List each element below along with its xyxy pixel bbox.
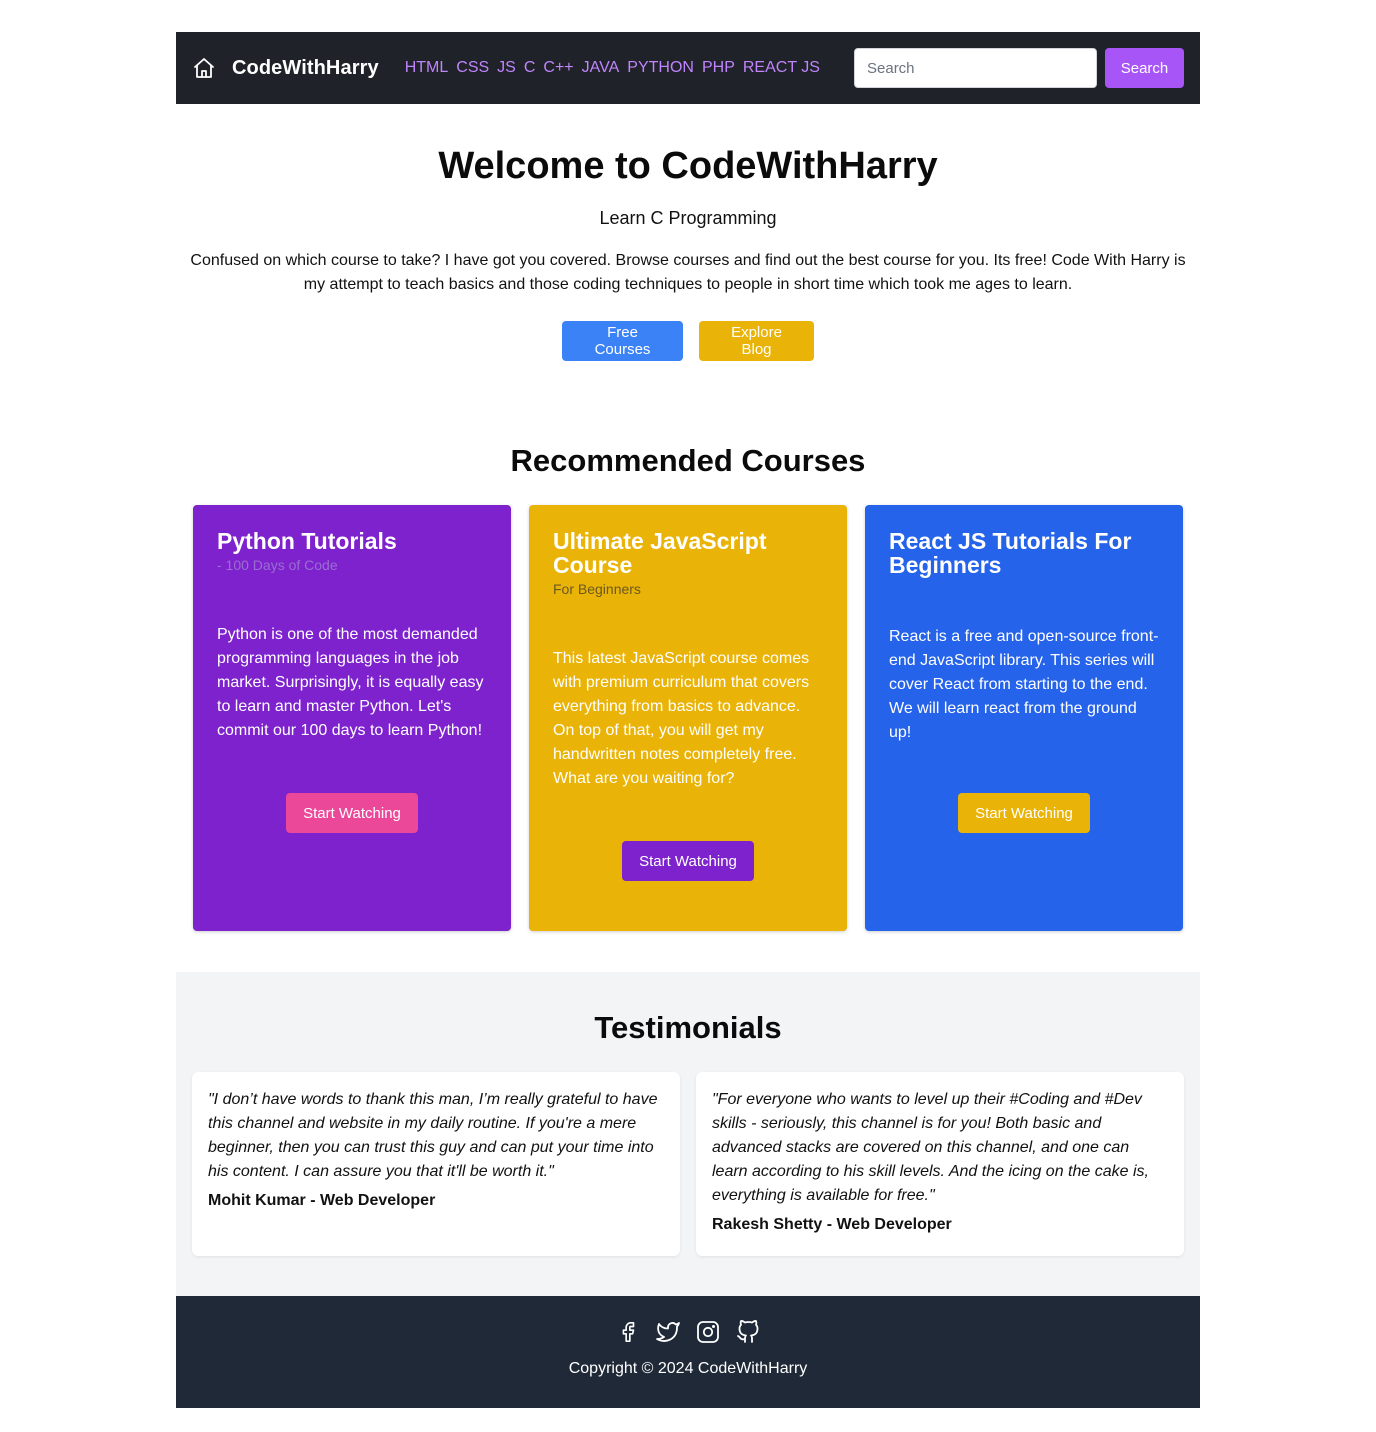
testimonials-heading: Testimonials bbox=[594, 1010, 782, 1045]
start-watching-button[interactable]: Start Watching bbox=[622, 841, 754, 881]
testimonial-author: Rakesh Shetty - Web Developer bbox=[712, 1216, 952, 1233]
nav-link-cpp[interactable]: C++ bbox=[543, 59, 573, 77]
brand-name[interactable]: CodeWithHarry bbox=[232, 57, 379, 80]
nav-links: HTML CSS JS C C++ JAVA PYTHON PHP REACT … bbox=[405, 59, 820, 77]
testimonial-quote: "For everyone who wants to level up thei… bbox=[712, 1091, 1149, 1204]
course-subtitle: For Beginners bbox=[553, 581, 641, 597]
course-subtitle: - 100 Days of Code bbox=[217, 557, 338, 573]
page: CodeWithHarry HTML CSS JS C C++ JAVA PYT… bbox=[176, 32, 1200, 1408]
hero-buttons: Free Courses Explore Blog bbox=[176, 321, 1200, 361]
instagram-icon[interactable] bbox=[696, 1318, 720, 1346]
facebook-icon[interactable] bbox=[616, 1318, 640, 1346]
course-description: React is a free and open-source front-en… bbox=[889, 628, 1159, 741]
start-watching-button[interactable]: Start Watching bbox=[286, 793, 418, 833]
nav-link-java[interactable]: JAVA bbox=[582, 59, 620, 77]
twitter-icon[interactable] bbox=[656, 1318, 680, 1346]
course-card-react: React JS Tutorials For Beginners React i… bbox=[865, 505, 1183, 931]
course-card-javascript: Ultimate JavaScript Course For Beginners… bbox=[529, 505, 847, 931]
hero-description: Confused on which course to take? I have… bbox=[190, 252, 1186, 293]
nav-link-react-js[interactable]: REACT JS bbox=[743, 59, 820, 77]
course-description: This latest JavaScript course comes with… bbox=[553, 650, 810, 787]
nav-link-css[interactable]: CSS bbox=[456, 59, 489, 77]
testimonial-author: Mohit Kumar - Web Developer bbox=[208, 1192, 436, 1209]
nav-link-c[interactable]: C bbox=[524, 59, 536, 77]
start-watching-button[interactable]: Start Watching bbox=[958, 793, 1090, 833]
testimonial-card: "I don’t have words to thank this man, I… bbox=[192, 1072, 680, 1256]
search-input[interactable] bbox=[854, 48, 1097, 88]
nav-link-html[interactable]: HTML bbox=[405, 59, 449, 77]
github-icon[interactable] bbox=[736, 1318, 760, 1346]
testimonial-card: "For everyone who wants to level up thei… bbox=[696, 1072, 1184, 1256]
hero-title: Welcome to CodeWithHarry bbox=[438, 145, 938, 187]
search-button[interactable]: Search bbox=[1105, 48, 1184, 88]
course-title: Ultimate JavaScript Course bbox=[553, 528, 767, 578]
nav-link-python[interactable]: PYTHON bbox=[627, 59, 694, 77]
explore-blog-button[interactable]: Explore Blog bbox=[699, 321, 814, 361]
free-courses-button[interactable]: Free Courses bbox=[562, 321, 683, 361]
hero-section: Welcome to CodeWithHarry Learn C Program… bbox=[176, 104, 1200, 361]
testimonial-quote: "I don’t have words to thank this man, I… bbox=[208, 1091, 658, 1180]
course-card-python: Python Tutorials - 100 Days of Code Pyth… bbox=[193, 505, 511, 931]
course-cards: Python Tutorials - 100 Days of Code Pyth… bbox=[176, 505, 1200, 931]
search-form: Search bbox=[854, 48, 1184, 88]
copyright-text: Copyright © 2024 CodeWithHarry bbox=[568, 1360, 808, 1377]
nav-link-js[interactable]: JS bbox=[497, 59, 516, 77]
course-title: Python Tutorials bbox=[217, 528, 397, 554]
home-icon[interactable] bbox=[192, 56, 216, 80]
testimonial-cards: "I don’t have words to thank this man, I… bbox=[176, 1072, 1200, 1256]
hero-subtitle: Learn C Programming bbox=[599, 208, 777, 228]
navbar: CodeWithHarry HTML CSS JS C C++ JAVA PYT… bbox=[176, 32, 1200, 104]
course-description: Python is one of the most demanded progr… bbox=[217, 626, 484, 739]
testimonials-section: Testimonials "I don’t have words to than… bbox=[176, 972, 1200, 1296]
social-links bbox=[176, 1318, 1200, 1346]
courses-heading: Recommended Courses bbox=[510, 443, 866, 478]
course-title: React JS Tutorials For Beginners bbox=[889, 528, 1132, 578]
nav-link-php[interactable]: PHP bbox=[702, 59, 735, 77]
footer: Copyright © 2024 CodeWithHarry bbox=[176, 1296, 1200, 1408]
